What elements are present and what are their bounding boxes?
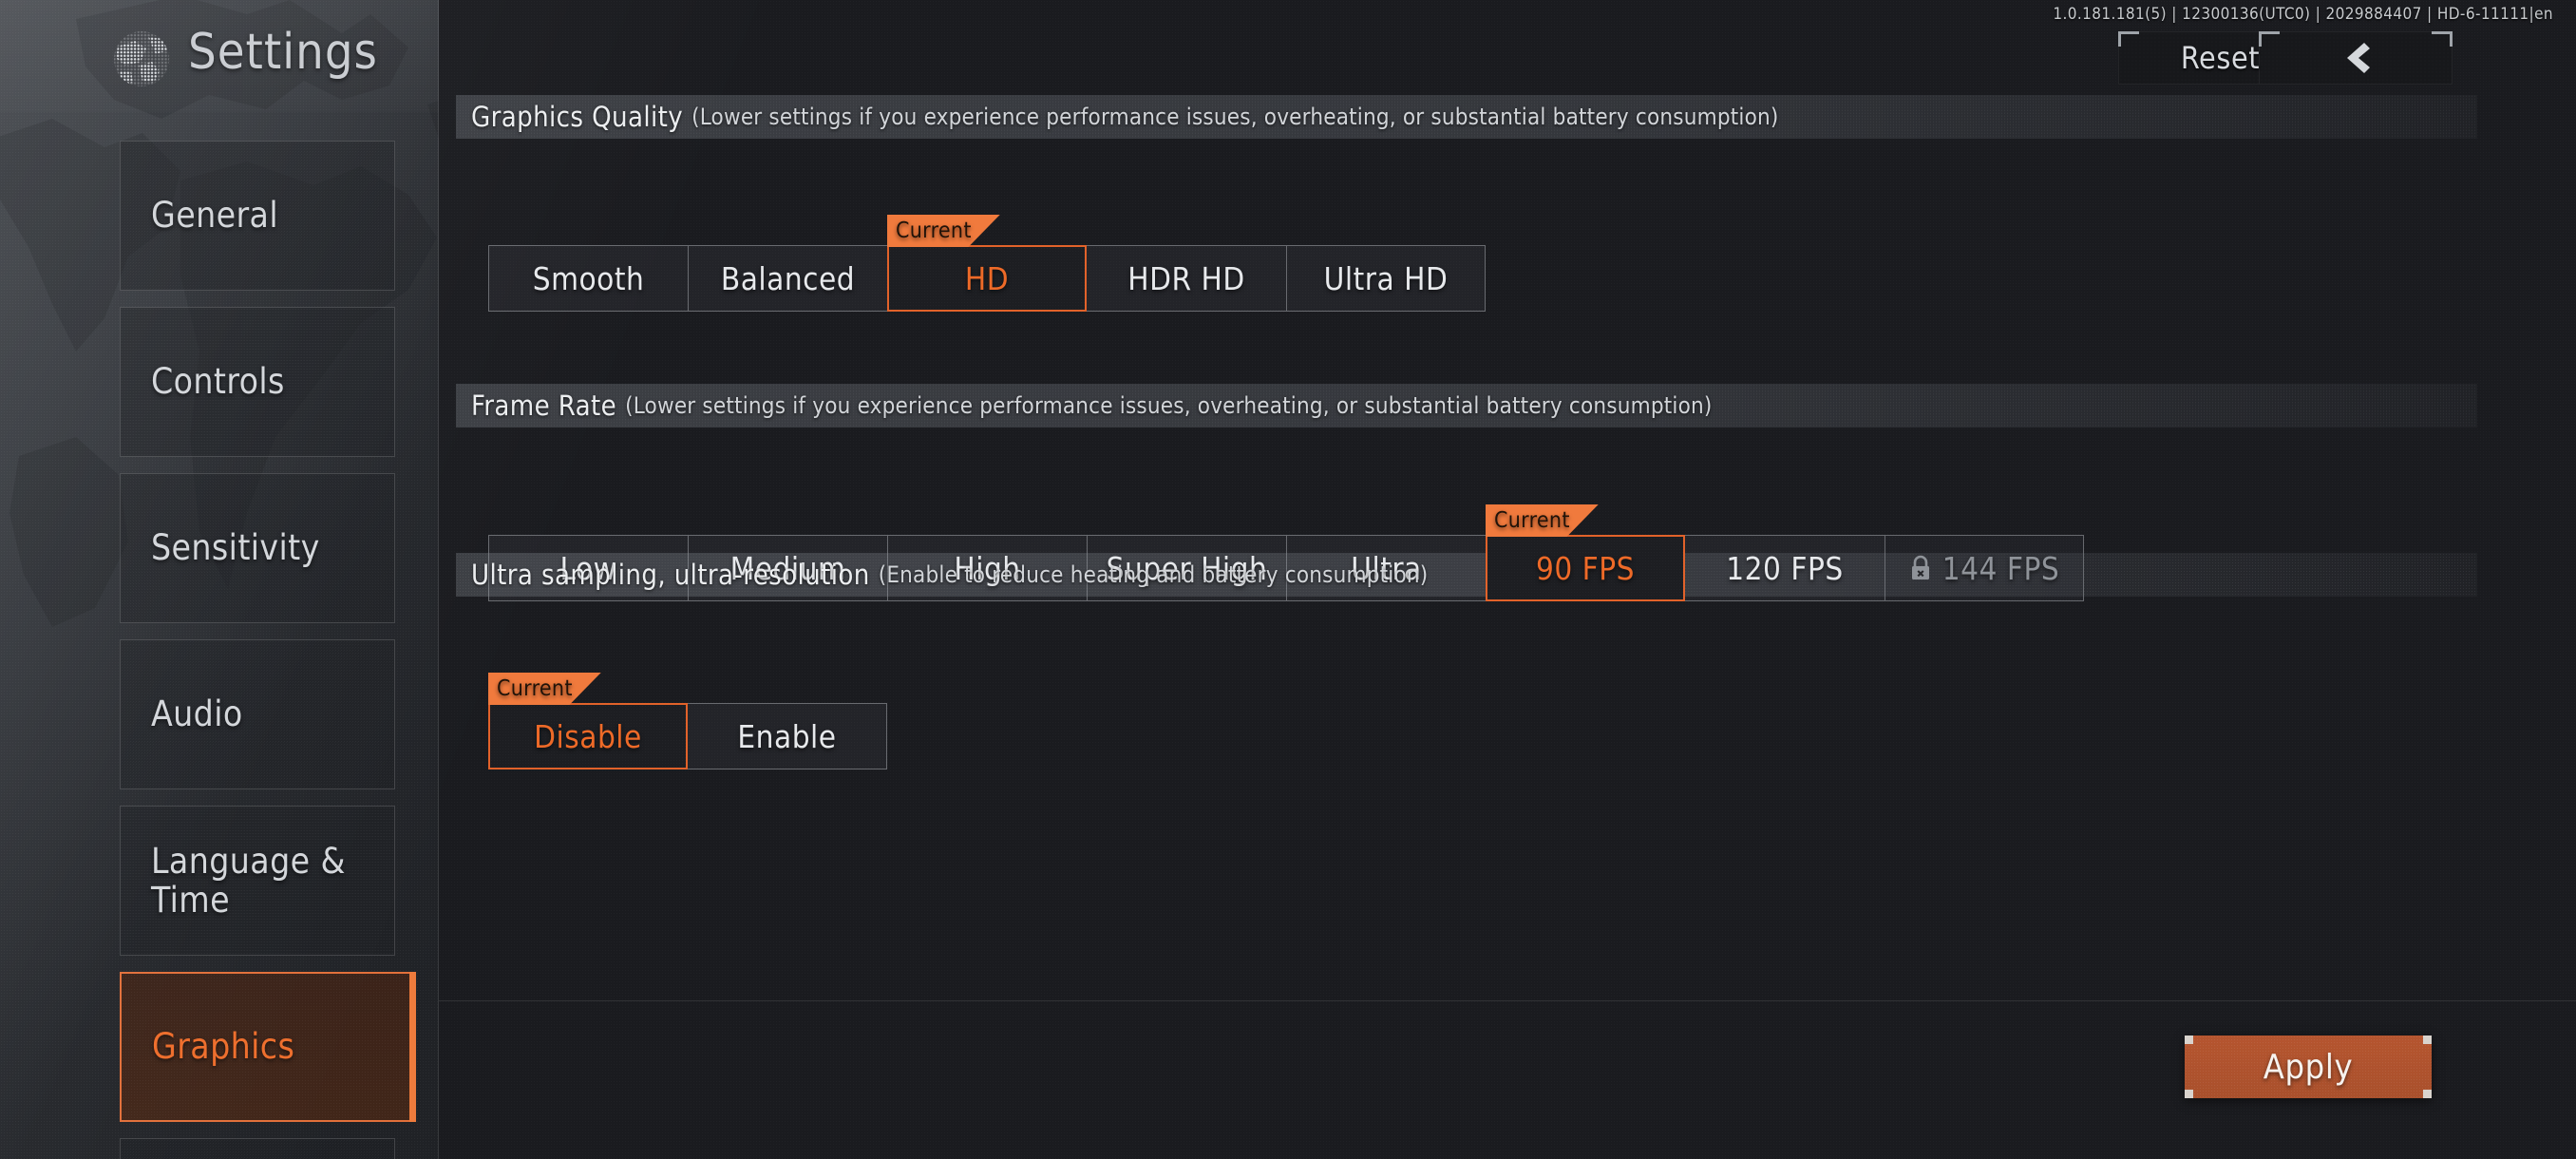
corner-bracket (2185, 1090, 2193, 1098)
section-title: Graphics Quality (471, 101, 684, 133)
section-note: (Lower settings if you experience perfor… (691, 104, 1779, 130)
lock-icon (1911, 555, 1929, 580)
option-hdr-hd[interactable]: HDR HD (1087, 245, 1286, 312)
current-badge: Current (1486, 504, 1599, 537)
apply-button[interactable]: Apply (2185, 1036, 2432, 1098)
option-label: Enable (737, 717, 837, 755)
page-title: Settings (188, 24, 378, 81)
section-title: Frame Rate (471, 390, 617, 422)
sidebar-item-label: Language & Time (151, 840, 346, 921)
option-label: 120 FPS (1726, 549, 1844, 587)
globe-icon (114, 31, 169, 86)
option-label: 144 FPS (1941, 549, 2060, 587)
section-note: (Enable to reduce heating and battery co… (878, 561, 1429, 588)
chevron-left-icon (2347, 43, 2370, 73)
section-header-ultra-sampling: Ultra sampling, ultra-resolution (Enable… (456, 553, 2477, 597)
corner-bracket (2118, 31, 2121, 47)
option-hd[interactable]: Current HD (887, 215, 1087, 312)
corner-bracket (2185, 1036, 2193, 1044)
option-label: Disable (534, 717, 642, 755)
sidebar-item-controls[interactable]: Controls (120, 307, 395, 457)
apply-button-label: Apply (2263, 1047, 2354, 1087)
option-enable[interactable]: Enable (688, 703, 887, 770)
option-smooth[interactable]: Smooth (488, 245, 688, 312)
option-balanced[interactable]: Balanced (688, 245, 887, 312)
corner-bracket (2450, 31, 2453, 47)
sidebar-item-download-center[interactable]: Download Center (120, 1138, 395, 1159)
option-disable[interactable]: Current Disable (488, 673, 688, 770)
sidebar-item-label: Graphics (152, 1026, 295, 1068)
section-header-graphics-quality: Graphics Quality (Lower settings if you … (456, 95, 2477, 139)
sidebar-item-language-time[interactable]: Language & Time (120, 806, 395, 956)
reset-button-label: Reset (2180, 40, 2261, 76)
option-label: Ultra HD (1323, 259, 1449, 297)
sidebar-item-sensitivity[interactable]: Sensitivity (120, 473, 395, 623)
option-label: 90 FPS (1535, 549, 1636, 587)
sidebar-item-graphics[interactable]: Graphics (120, 972, 416, 1122)
section-title: Ultra sampling, ultra-resolution (471, 559, 870, 591)
option-label: Smooth (532, 259, 645, 297)
option-90-fps[interactable]: Current 90 FPS (1486, 504, 1685, 601)
graphics-quality-options: Smooth Balanced Current HD HDR HD Ultra … (488, 215, 1486, 312)
sidebar-item-label: Audio (151, 694, 243, 735)
option-label: HDR HD (1127, 259, 1245, 297)
section-header-frame-rate: Frame Rate (Lower settings if you experi… (456, 384, 2477, 428)
back-button[interactable] (2259, 31, 2453, 85)
section-note: (Lower settings if you experience perfor… (625, 392, 1713, 419)
current-badge: Current (887, 215, 1000, 247)
option-label: Balanced (720, 259, 856, 297)
sidebar-item-label: General (151, 195, 278, 237)
option-label: HD (964, 259, 1010, 297)
option-ultra-hd[interactable]: Ultra HD (1286, 245, 1486, 312)
sidebar-nav: General Controls Sensitivity Audio Langu… (120, 141, 416, 1159)
sidebar-item-label: Sensitivity (151, 527, 320, 569)
sidebar-item-audio[interactable]: Audio (120, 639, 395, 789)
item-texture (121, 1139, 394, 1159)
content-panel: 1.0.181.181(5) | 12300136(UTC0) | 202988… (439, 0, 2576, 1159)
footer-divider (439, 1000, 2576, 1001)
corner-bracket (2423, 1090, 2432, 1098)
version-string: 1.0.181.181(5) | 12300136(UTC0) | 202988… (2053, 5, 2553, 24)
current-badge: Current (488, 673, 601, 705)
sidebar-item-label: Controls (151, 361, 285, 403)
sidebar-item-general[interactable]: General (120, 141, 395, 291)
corner-bracket (2423, 1036, 2432, 1044)
ultra-sampling-options: Current Disable Enable (488, 673, 887, 770)
settings-screen: Settings General Controls Sensitivity Au… (0, 0, 2576, 1159)
left-panel: Settings General Controls Sensitivity Au… (0, 0, 439, 1159)
